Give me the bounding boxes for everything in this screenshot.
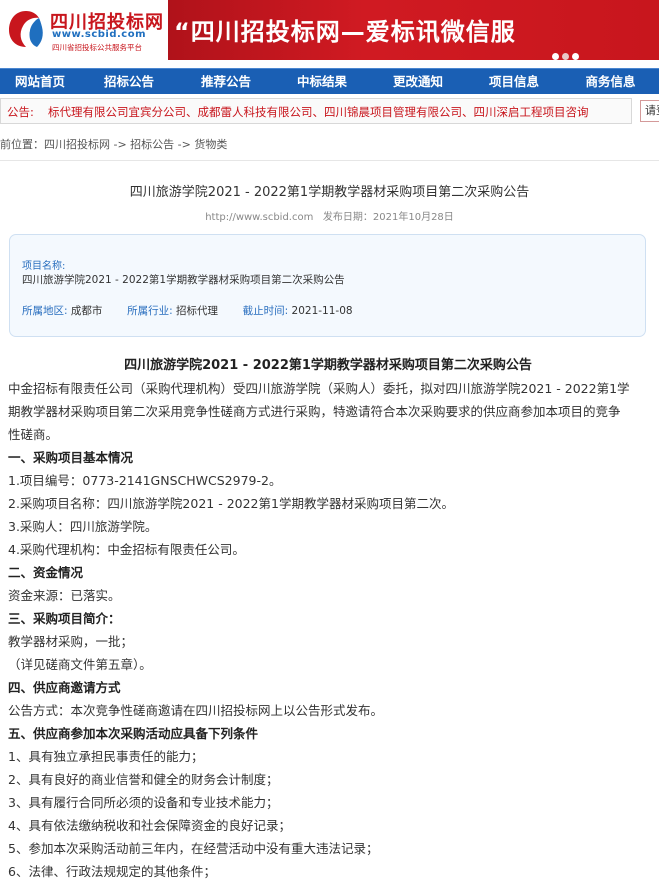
logo-url: www.scbid.com <box>52 29 147 40</box>
notice-marquee: 公告: 标代理有限公司宜宾分公司、成都雷人科技有限公司、四川锦晨项目管理有限公司… <box>0 98 632 124</box>
carousel-dot[interactable] <box>562 53 569 60</box>
body-line: 资金来源：已落实。 <box>8 588 121 603</box>
nav-item-3[interactable]: 中标结果 <box>274 69 370 95</box>
project-name: 四川旅游学院2021 - 2022第1学期教学器材采购项目第二次采购公告 <box>22 274 345 286</box>
article-title: 四川旅游学院2021 - 2022第1学期教学器材采购项目第二次采购公告 <box>129 185 530 200</box>
body-line: 教学器材采购，一批； <box>8 634 134 649</box>
body-line: 6、法律、行政法规规定的其他条件； <box>8 864 216 879</box>
site-header: 四川招投标网 www.scbid.com 四川省招投标公共服务平台 “四川招投标… <box>0 0 659 60</box>
body-line: 1、具有独立承担民事责任的能力； <box>8 749 204 764</box>
notice-bar: 公告: 标代理有限公司宜宾分公司、成都雷人科技有限公司、四川锦晨项目管理有限公司… <box>0 98 659 124</box>
carousel-dot[interactable] <box>552 53 559 60</box>
body-line: 期教学器材采购项目第二次采用竞争性磋商方式进行采购，特邀请符合本次采购要求的供应… <box>8 404 621 419</box>
main-nav: 网站首页 招标公告 推荐公告 中标结果 更改通知 项目信息 商务信息 <box>0 68 659 94</box>
deadline-label: 截止时间: <box>242 305 289 317</box>
banner-text: “四川招投标网—爱标讯微信服 <box>174 18 516 46</box>
nav-item-5[interactable]: 项目信息 <box>466 69 562 95</box>
project-name-label: 项目名称: <box>22 261 66 272</box>
nav-item-6[interactable]: 商务信息 <box>562 69 659 95</box>
section-heading: 五、供应商参加本次采购活动应具备下列条件 <box>8 726 259 741</box>
body-line: 4.采购代理机构：中金招标有限责任公司。 <box>8 542 245 557</box>
article-source-url[interactable]: http://www.scbid.com <box>205 212 313 223</box>
article-date: 2021年10月28日 <box>372 212 454 223</box>
section-heading: 二、资金情况 <box>8 565 84 580</box>
body-line: 2.采购项目名称：四川旅游学院2021 - 2022第1学期教学器材采购项目第二… <box>8 496 454 511</box>
project-info-box: 项目名称: 四川旅游学院2021 - 2022第1学期教学器材采购项目第二次采购… <box>9 234 646 337</box>
banner-carousel-dots <box>552 45 582 60</box>
body-line: 性磋商。 <box>8 427 59 442</box>
project-attributes: 所属地区: 成都市 所属行业: 招标代理 截止时间: 2021-11-08 <box>22 303 353 318</box>
body-line: 1.项目编号：0773-2141GNSCHWCS2979-2。 <box>8 473 282 488</box>
body-line: 4、具有依法缴纳税收和社会保障资金的良好记录； <box>8 818 291 833</box>
nav-item-2[interactable]: 推荐公告 <box>178 69 274 95</box>
body-line: 公告方式：本次竞争性磋商邀请在四川招投标网上以公告形式发布。 <box>8 703 384 718</box>
nav-item-0[interactable]: 网站首页 <box>0 69 80 95</box>
notice-label: 公告: <box>7 105 34 119</box>
article-meta: http://www.scbid.com 发布日期：2021年10月28日 <box>0 208 659 223</box>
region-label: 所属地区: <box>22 305 68 317</box>
nav-item-1[interactable]: 招标公告 <box>80 69 178 95</box>
body-line: 中金招标有限责任公司（采购代理机构）受四川旅游学院（采购人）委托，拟对四川旅游学… <box>8 381 630 396</box>
section-heading: 三、采购项目简介： <box>8 611 121 626</box>
notice-text[interactable]: 标代理有限公司宜宾分公司、成都雷人科技有限公司、四川锦晨项目管理有限公司、四川深… <box>48 104 618 120</box>
body-line: 3、具有履行合同所必须的设备和专业技术能力； <box>8 795 279 810</box>
section-heading: 四、供应商邀请方式 <box>8 680 121 695</box>
breadcrumb: 前位置：四川招投标网 -> 招标公告 -> 货物类 <box>0 138 228 151</box>
industry-label: 所属行业: <box>127 305 173 317</box>
article-body: 四川旅游学院2021 - 2022第1学期教学器材采购项目第二次采购公告 中金招… <box>8 354 648 883</box>
logo-mark-icon <box>9 11 43 47</box>
region-value: 成都市 <box>70 305 103 317</box>
body-line: 5、参加本次采购活动前三年内，在经营活动中没有重大违法记录； <box>8 841 379 856</box>
section-heading: 一、采购项目基本情况 <box>8 450 134 465</box>
login-button[interactable]: 请登录 <box>640 100 659 122</box>
deadline-value: 2021-11-08 <box>291 305 353 317</box>
nav-item-4[interactable]: 更改通知 <box>370 69 466 95</box>
logo-subtitle: 四川省招投标公共服务平台 <box>52 43 142 52</box>
carousel-dot[interactable] <box>572 53 579 60</box>
site-logo[interactable]: 四川招投标网 www.scbid.com 四川省招投标公共服务平台 <box>6 6 168 54</box>
industry-value: 招标代理 <box>175 305 218 317</box>
divider <box>0 160 659 161</box>
header-banner[interactable]: “四川招投标网—爱标讯微信服 <box>168 0 659 60</box>
article-date-label: 发布日期： <box>322 212 373 223</box>
body-line: 2、具有良好的商业信誉和健全的财务会计制度； <box>8 772 279 787</box>
body-line: （详见磋商文件第五章）。 <box>8 657 152 672</box>
content-title: 四川旅游学院2021 - 2022第1学期教学器材采购项目第二次采购公告 <box>124 358 532 373</box>
body-line: 3.采购人：四川旅游学院。 <box>8 519 158 534</box>
